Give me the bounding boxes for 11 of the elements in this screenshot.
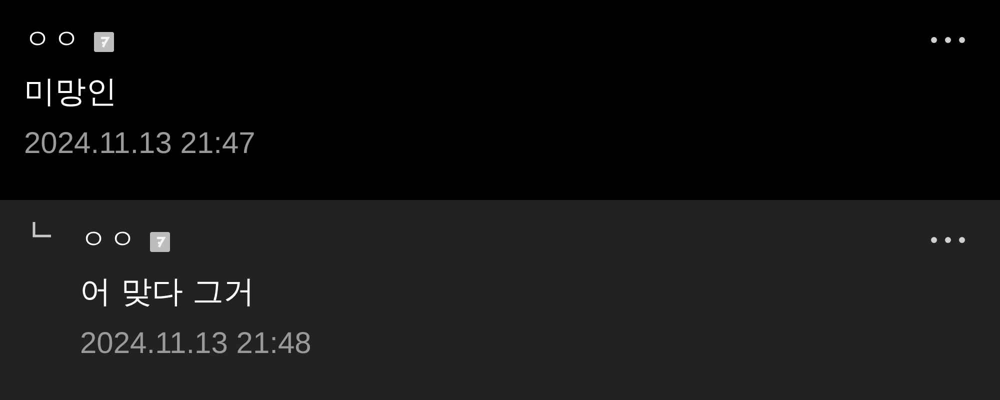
comment-text: 어 맞다 그거 xyxy=(80,273,255,312)
author-name: ㅇㅇ xyxy=(80,222,138,257)
author-name: ㅇㅇ xyxy=(24,22,82,57)
timestamp: 2024.11.13 21:47 xyxy=(24,126,256,162)
badge-icon xyxy=(94,32,114,52)
reply-indent-icon xyxy=(32,222,52,238)
timestamp: 2024.11.13 21:48 xyxy=(80,326,312,362)
badge-icon xyxy=(150,232,170,252)
more-icon[interactable] xyxy=(930,36,966,44)
more-icon[interactable] xyxy=(930,236,966,244)
comment-text: 미망인 xyxy=(24,73,117,112)
